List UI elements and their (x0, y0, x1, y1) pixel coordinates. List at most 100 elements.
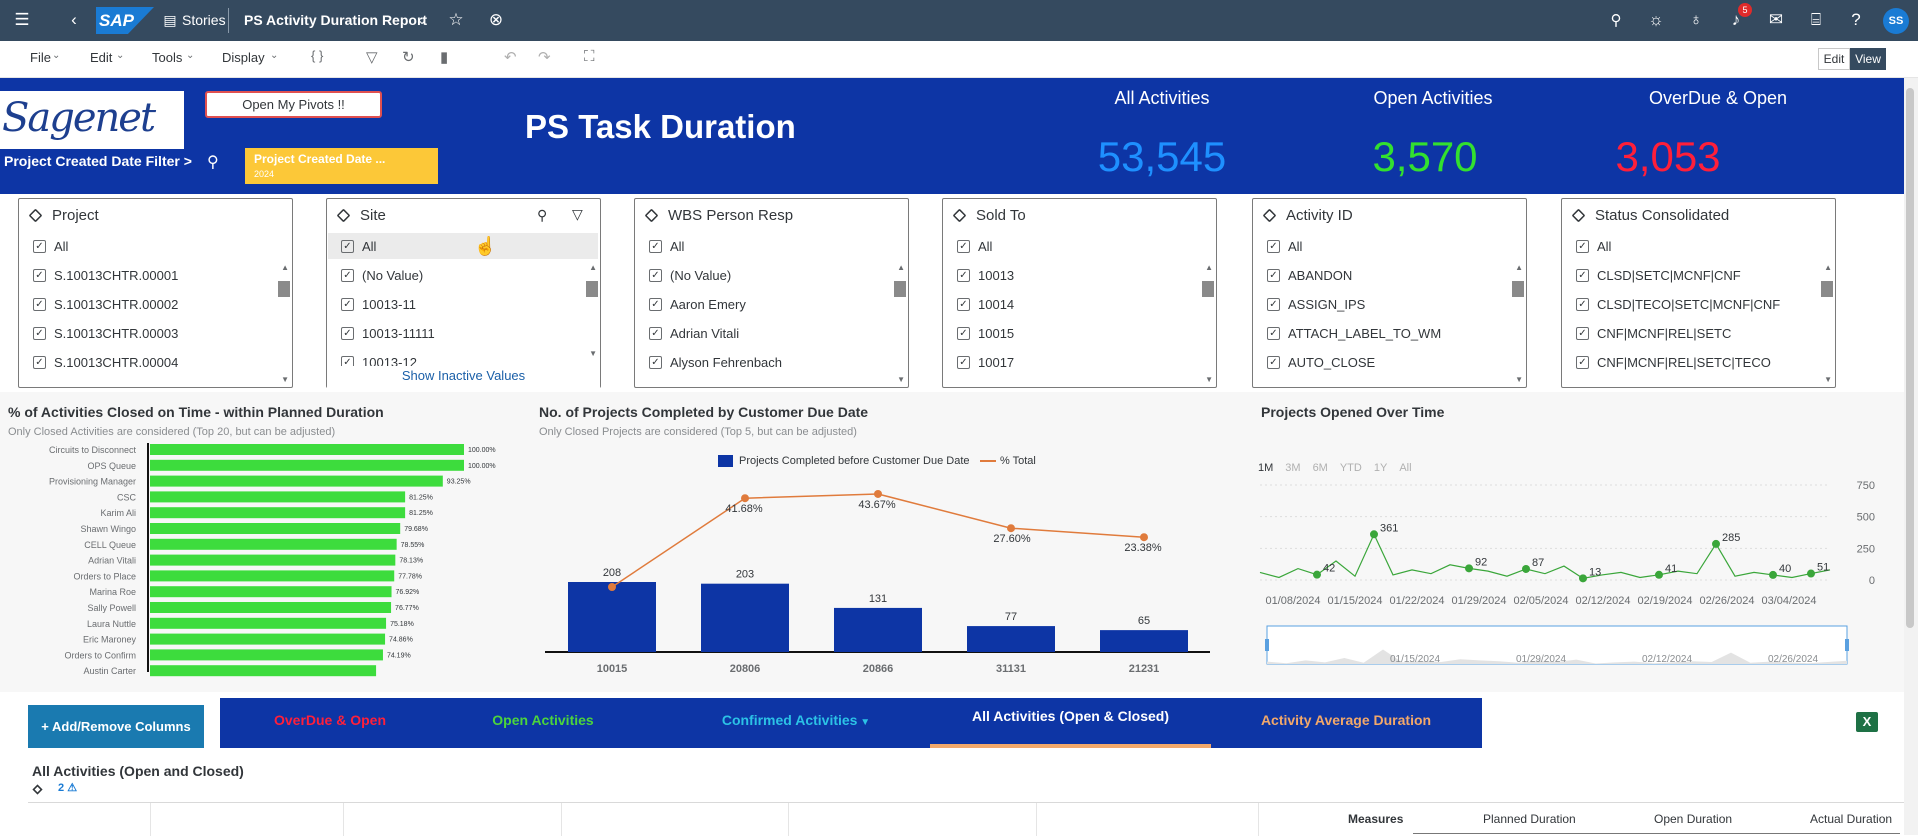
range-1y[interactable]: 1Y (1374, 462, 1387, 474)
scroll-up-icon[interactable]: ▲ (1515, 263, 1523, 272)
filter-option[interactable]: ✓ 10017 (957, 355, 1014, 370)
filter-option[interactable]: ✓ S.10013CHTR.00003 (33, 326, 178, 341)
scroll-down-icon[interactable]: ▼ (1515, 375, 1523, 384)
filter-option[interactable]: ✓ ATTACH_LABEL_TO_WM (1267, 326, 1441, 341)
panel-scrollbar[interactable] (1821, 281, 1833, 297)
filter-icon[interactable]: ▽ (366, 48, 378, 66)
checkbox[interactable]: ✓ (1576, 269, 1589, 282)
add-remove-columns-button[interactable]: + Add/Remove Columns (28, 705, 204, 748)
file-menu[interactable]: File (30, 50, 51, 65)
filter-option[interactable]: ✓ 10013-11111 (341, 326, 435, 341)
scroll-down-icon[interactable]: ▼ (589, 349, 597, 358)
scroll-down-icon[interactable]: ▼ (1824, 375, 1832, 384)
close-circle-icon[interactable]: ⊗ (484, 8, 508, 32)
undo-icon[interactable]: ↶ (504, 48, 517, 66)
filter-option[interactable]: ✓ All (649, 239, 684, 254)
checkbox[interactable]: ✓ (649, 356, 662, 369)
checkbox[interactable]: ✓ (33, 269, 46, 282)
search-icon[interactable]: ⚲ (1604, 8, 1628, 32)
chevron-down-icon[interactable]: ⌄ (410, 8, 434, 32)
panel-scrollbar[interactable] (1202, 281, 1214, 297)
tab-open-activities[interactable]: Open Activities (468, 712, 618, 728)
excel-export-icon[interactable]: X (1856, 712, 1878, 732)
checkbox[interactable]: ✓ (33, 356, 46, 369)
filter-option[interactable]: ✓ S.10013CHTR.00004 (33, 355, 178, 370)
redo-icon[interactable]: ↷ (538, 48, 551, 66)
panel-scrollbar[interactable] (1512, 281, 1524, 297)
checkbox[interactable]: ✓ (649, 269, 662, 282)
checkbox[interactable]: ✓ (33, 240, 46, 253)
tab-overdue-open[interactable]: OverDue & Open (250, 712, 410, 728)
range-6m[interactable]: 6M (1313, 462, 1328, 474)
filter-option[interactable]: ✓ CLSD|TECO|SETC|MCNF|CNF (1576, 297, 1780, 312)
warning-count[interactable]: 2 ⚠ (58, 781, 77, 794)
display-menu[interactable]: Display (222, 50, 265, 65)
scroll-up-icon[interactable]: ▲ (1824, 263, 1832, 272)
filter-option[interactable]: ✓ All (1267, 239, 1302, 254)
formula-icon[interactable]: { } (311, 48, 323, 63)
checkbox[interactable]: ✓ (1267, 298, 1280, 311)
scroll-up-icon[interactable]: ▲ (897, 263, 905, 272)
filter-option[interactable]: ✓ AUTO_CLOSE (1267, 355, 1375, 370)
checkbox[interactable]: ✓ (957, 240, 970, 253)
filter-option[interactable]: ✓ ASSIGN_IPS (1267, 297, 1365, 312)
show-inactive-values-link[interactable]: Show Inactive Values (327, 366, 600, 388)
range-ytd[interactable]: YTD (1340, 462, 1362, 474)
col-open-duration[interactable]: Open Duration (1654, 812, 1732, 826)
filter-option[interactable]: ✓ Alyson Fehrenbach (649, 355, 782, 370)
tab-confirmed-activities[interactable]: Confirmed Activities ▼ (686, 712, 906, 728)
page-scrollbar[interactable] (1904, 78, 1918, 835)
chat-icon[interactable]: ✉ (1764, 8, 1788, 32)
filter-option[interactable]: ✓ CNF|MCNF|REL|SETC|TECO (1576, 355, 1771, 370)
tab-activity-average-duration[interactable]: Activity Average Duration (1211, 712, 1481, 728)
checkbox[interactable]: ✓ (1576, 327, 1589, 340)
add-filter-icon[interactable]: ⚲ (207, 152, 219, 172)
dropdown-icon[interactable]: ▼ (857, 717, 870, 728)
date-filter-chip[interactable]: Project Created Date ... 2024 (245, 148, 438, 184)
filter-option[interactable]: ✓ 10014 (957, 297, 1014, 312)
checkbox[interactable]: ✓ (649, 327, 662, 340)
filter-option[interactable]: ✓ 10013-11 (341, 297, 416, 312)
filter-option[interactable]: ✓ CNF|MCNF|REL|SETC (1576, 326, 1731, 341)
view-mode-button[interactable]: View (1850, 48, 1886, 70)
scroll-down-icon[interactable]: ▼ (281, 375, 289, 384)
scroll-up-icon[interactable]: ▲ (1205, 263, 1213, 272)
tools-menu[interactable]: Tools (152, 50, 182, 65)
panel-scrollbar[interactable] (278, 281, 290, 297)
fullscreen-icon[interactable]: ⛶ (584, 48, 595, 65)
checkbox[interactable]: ✓ (1576, 240, 1589, 253)
checkbox[interactable]: ✓ (649, 240, 662, 253)
back-icon[interactable]: ‹ (62, 8, 86, 32)
open-pivots-button[interactable]: Open My Pivots !! (205, 91, 382, 118)
checkbox[interactable]: ✓ (1267, 356, 1280, 369)
search-icon[interactable]: ⚲ (537, 207, 547, 224)
star-icon[interactable]: ☆ (444, 8, 468, 32)
filter-option[interactable]: ✓ 10013 (957, 268, 1014, 283)
scroll-up-icon[interactable]: ▲ (281, 263, 289, 272)
refresh-icon[interactable]: ↻ (402, 48, 415, 66)
filter-option[interactable]: ✓ All (33, 239, 68, 254)
hamburger-menu-icon[interactable]: ☰ (10, 8, 34, 32)
col-planned-duration[interactable]: Planned Duration (1483, 812, 1576, 826)
filter-option[interactable]: ✓ (No Value) (341, 268, 423, 283)
filter-option[interactable]: ✓ Aaron Emery (649, 297, 746, 312)
checkbox[interactable]: ✓ (1267, 327, 1280, 340)
checkbox[interactable]: ✓ (957, 298, 970, 311)
filter-option[interactable]: ✓ All (341, 239, 376, 254)
filter-option[interactable]: ✓ All (957, 239, 992, 254)
col-actual-duration[interactable]: Actual Duration (1810, 812, 1892, 826)
filter-option[interactable]: ✓ S.10013CHTR.00002 (33, 297, 178, 312)
checkbox[interactable]: ✓ (341, 269, 354, 282)
filter-option[interactable]: ✓ 10015 (957, 326, 1014, 341)
panel-scrollbar[interactable] (894, 281, 906, 297)
stories-link[interactable]: Stories (182, 12, 226, 28)
filter-option[interactable]: ✓ CLSD|SETC|MCNF|CNF (1576, 268, 1741, 283)
filter-icon[interactable]: ▽ (572, 206, 583, 223)
assistant-icon[interactable]: ☼ (1644, 8, 1668, 32)
checkbox[interactable]: ✓ (1576, 298, 1589, 311)
checkbox[interactable]: ✓ (957, 327, 970, 340)
tab-all-activities-open-closed-[interactable]: All Activities (Open & Closed) (930, 708, 1211, 724)
checkbox[interactable]: ✓ (341, 327, 354, 340)
checkbox[interactable]: ✓ (341, 240, 354, 253)
checkbox[interactable]: ✓ (957, 356, 970, 369)
